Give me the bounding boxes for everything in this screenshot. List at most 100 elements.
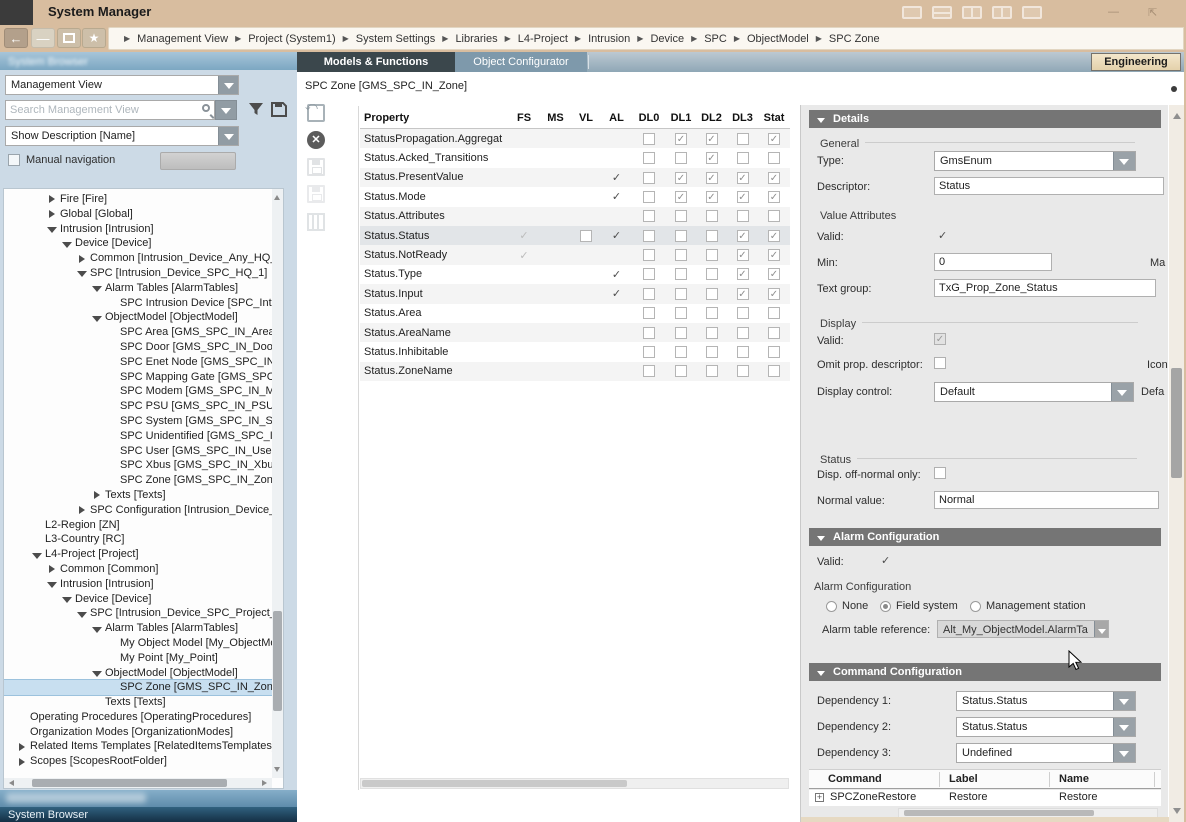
radio-none[interactable]: None <box>826 600 868 612</box>
unchecked-checkbox[interactable] <box>706 210 718 222</box>
alarm-section-header[interactable]: Alarm Configuration <box>809 528 1161 546</box>
checked-checkbox[interactable]: ✓ <box>706 152 718 164</box>
filter-icon[interactable] <box>248 102 264 117</box>
table-hscrollbar-thumb[interactable] <box>362 780 627 787</box>
unchecked-checkbox[interactable] <box>643 210 655 222</box>
unchecked-checkbox[interactable] <box>643 152 655 164</box>
tree-item[interactable]: L4-Project [Project] <box>4 547 272 562</box>
grid-layout-icon[interactable] <box>992 6 1012 19</box>
property-column-header[interactable]: VL <box>571 112 601 124</box>
breadcrumb-item[interactable]: Device <box>650 33 684 45</box>
unchecked-checkbox[interactable] <box>675 152 687 164</box>
unchecked-checkbox[interactable] <box>580 230 592 242</box>
unchecked-checkbox[interactable] <box>643 288 655 300</box>
tree-item[interactable]: My Object Model [My_ObjectModel] <box>4 636 272 651</box>
tree-item[interactable]: L3-Country [RC] <box>4 532 272 547</box>
scroll-down-icon[interactable] <box>1173 808 1181 818</box>
forward-button[interactable]: — <box>31 28 55 48</box>
property-column-header[interactable]: Stat <box>758 112 790 124</box>
property-row[interactable]: Status.Area <box>360 304 790 323</box>
property-column-header[interactable]: MS <box>540 112 571 124</box>
checked-checkbox[interactable]: ✓ <box>675 191 687 203</box>
checked-checkbox[interactable]: ✓ <box>737 230 749 242</box>
tree-item[interactable]: Organization Modes [OrganizationModes] <box>4 725 272 740</box>
chevron-down-icon[interactable] <box>1094 621 1108 637</box>
recent-items-bar[interactable] <box>0 790 297 807</box>
expand-plus-icon[interactable]: + <box>815 793 824 802</box>
unchecked-checkbox[interactable] <box>675 307 687 319</box>
pin-icon[interactable] <box>1171 86 1177 92</box>
tree-item[interactable]: L2-Region [ZN] <box>4 518 272 533</box>
checked-checkbox[interactable]: ✓ <box>737 249 749 261</box>
tree-expander-icon[interactable] <box>46 577 60 591</box>
unchecked-checkbox[interactable] <box>737 327 749 339</box>
unchecked-checkbox[interactable] <box>675 288 687 300</box>
tree-expander-icon[interactable] <box>61 592 75 606</box>
tree-vertical-scrollbar[interactable] <box>272 189 283 778</box>
window-minimize-icon[interactable]: — <box>1108 6 1119 18</box>
chevron-down-icon[interactable] <box>1113 692 1135 710</box>
unchecked-checkbox[interactable] <box>643 307 655 319</box>
tree-expander-icon[interactable] <box>46 562 60 576</box>
chevron-down-icon[interactable] <box>1113 744 1135 762</box>
breadcrumb-item[interactable]: ObjectModel <box>747 33 809 45</box>
tree-item[interactable]: Fire [Fire] <box>4 192 272 207</box>
label-col-header[interactable]: Label <box>949 773 978 785</box>
tree-item[interactable]: SPC Modem [GMS_SPC_IN_Modem] <box>4 384 272 399</box>
unchecked-checkbox[interactable] <box>768 365 780 377</box>
unchecked-checkbox[interactable] <box>737 346 749 358</box>
tree-expander-icon[interactable] <box>61 237 75 251</box>
unchecked-checkbox[interactable] <box>737 307 749 319</box>
search-options-button[interactable] <box>215 100 237 120</box>
tree-item[interactable]: SPC [Intrusion_Device_SPC_Project_1] <box>4 606 272 621</box>
view-selector-combo[interactable]: Management View <box>5 75 239 95</box>
tree-item[interactable]: SPC Configuration [Intrusion_Device_SPC_… <box>4 503 272 518</box>
tree-item[interactable]: ObjectModel [ObjectModel] <box>4 666 272 681</box>
unchecked-checkbox[interactable] <box>706 307 718 319</box>
scroll-left-icon[interactable] <box>6 780 14 786</box>
radio-field-system[interactable]: Field system <box>880 600 958 612</box>
checked-checkbox[interactable]: ✓ <box>768 191 780 203</box>
breadcrumb-item[interactable]: Intrusion <box>588 33 630 45</box>
tree-item[interactable]: SPC System [GMS_SPC_IN_System] <box>4 414 272 429</box>
single-layout-icon[interactable] <box>1022 6 1042 19</box>
tree-expander-icon[interactable] <box>76 252 90 266</box>
tree-item[interactable]: SPC PSU [GMS_SPC_IN_PSU] <box>4 399 272 414</box>
breadcrumb-item[interactable]: Project (System1) <box>248 33 335 45</box>
min-input[interactable]: 0 <box>934 253 1052 271</box>
save-icon[interactable] <box>271 102 287 117</box>
checked-checkbox[interactable]: ✓ <box>675 133 687 145</box>
save-icon[interactable] <box>307 158 325 176</box>
unchecked-checkbox[interactable] <box>643 230 655 242</box>
tree-item[interactable]: Common [Common] <box>4 562 272 577</box>
tree-expander-icon[interactable] <box>91 488 105 502</box>
save-as-icon[interactable] <box>307 185 325 203</box>
checked-checkbox[interactable]: ✓ <box>706 191 718 203</box>
checked-checkbox[interactable]: ✓ <box>768 288 780 300</box>
unchecked-checkbox[interactable] <box>706 268 718 280</box>
disp-offnormal-checkbox[interactable] <box>934 467 946 479</box>
details-section-header[interactable]: Details <box>809 110 1161 128</box>
tree-item[interactable]: Texts [Texts] <box>4 695 272 710</box>
unchecked-checkbox[interactable] <box>643 346 655 358</box>
tree-item[interactable]: Device [Device] <box>4 236 272 251</box>
type-combo[interactable]: GmsEnum <box>934 151 1136 171</box>
property-row[interactable]: Status.NotReady✓✓✓ <box>360 245 790 264</box>
checked-checkbox[interactable]: ✓ <box>737 268 749 280</box>
unchecked-checkbox[interactable] <box>675 365 687 377</box>
tree-item[interactable]: Device [Device] <box>4 592 272 607</box>
tree-expander-icon[interactable] <box>16 755 30 769</box>
tree-item[interactable]: Common [Intrusion_Device_Any_HQ_1] <box>4 251 272 266</box>
unchecked-checkbox[interactable] <box>643 268 655 280</box>
property-column-header[interactable]: FS <box>508 112 540 124</box>
tree-item[interactable]: Intrusion [Intrusion] <box>4 222 272 237</box>
unchecked-checkbox[interactable] <box>675 230 687 242</box>
tab-models-functions[interactable]: Models & Functions <box>297 52 455 72</box>
unchecked-checkbox[interactable] <box>643 249 655 261</box>
property-row[interactable]: Status.ZoneName <box>360 362 790 381</box>
unchecked-checkbox[interactable] <box>737 365 749 377</box>
window-restore-icon[interactable]: ⇱ <box>1148 6 1157 19</box>
tree-item[interactable]: SPC Area [GMS_SPC_IN_Area] <box>4 325 272 340</box>
property-column-header[interactable]: DL0 <box>632 112 666 124</box>
unchecked-checkbox[interactable] <box>675 346 687 358</box>
